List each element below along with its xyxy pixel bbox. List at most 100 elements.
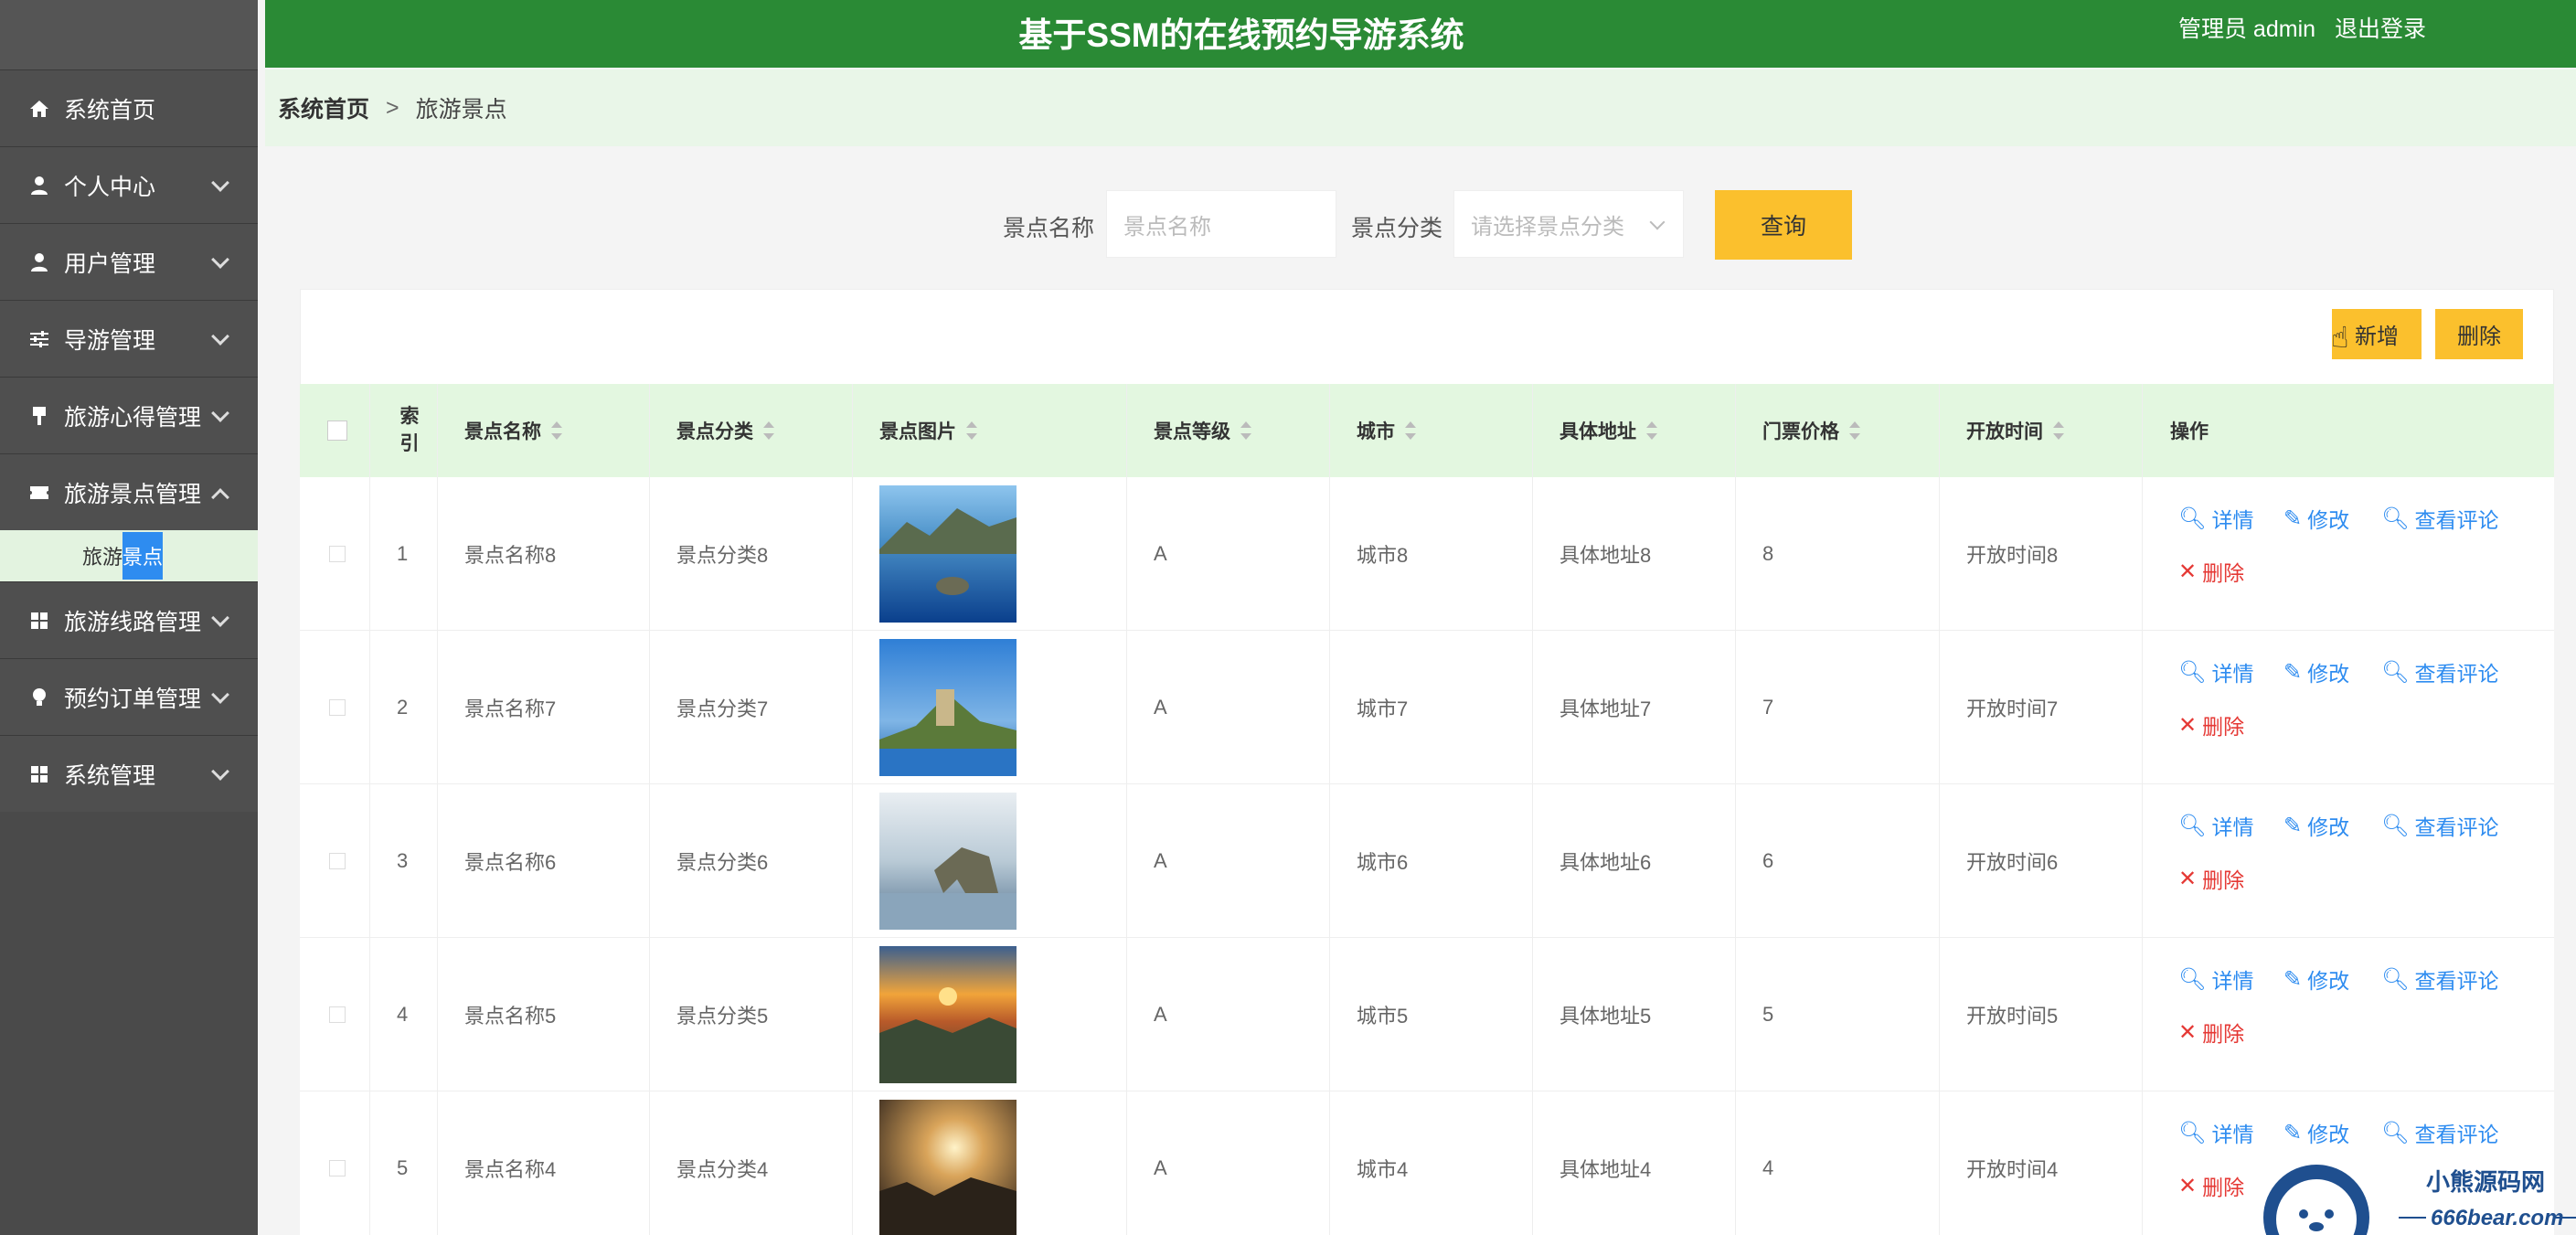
view-reviews-button[interactable]: 🔍︎ 查看评论	[2381, 810, 2498, 841]
detail-button[interactable]: 🔍︎ 详情	[2178, 810, 2253, 841]
row-level: A	[1154, 1156, 1167, 1179]
table-header: 索引 景点名称 景点分类 景点图片 景点等级 城市 具体地址 门票价格 开放时间…	[300, 384, 2554, 477]
row-price: 5	[1762, 1003, 1774, 1026]
category-select[interactable]: 请选择景点分类	[1453, 190, 1684, 258]
detail-button[interactable]: 🔍︎ 详情	[2178, 503, 2253, 534]
row-checkbox[interactable]	[329, 938, 346, 1091]
row-image[interactable]	[879, 1091, 1017, 1235]
name-search-input[interactable]: 景点名称	[1106, 190, 1336, 258]
detail-button[interactable]: 🔍︎ 详情	[2178, 656, 2253, 687]
edit-label: 修改	[2307, 969, 2350, 993]
row-city: 城市7	[1357, 697, 1409, 720]
chevron-down-icon	[211, 685, 229, 704]
sidebar-item-label: 预约订单管理	[64, 686, 202, 712]
sidebar-subitem-label-b: 景点	[122, 532, 164, 580]
view-reviews-button[interactable]: 🔍︎ 查看评论	[2381, 656, 2498, 687]
view-reviews-button[interactable]: 🔍︎ 查看评论	[2381, 964, 2498, 995]
row-time: 开放时间4	[1966, 1158, 2059, 1181]
delete-button[interactable]: ✕ 删除	[2178, 863, 2244, 894]
chevron-down-icon	[211, 761, 229, 781]
edit-button[interactable]: ✎ 修改	[2283, 810, 2349, 841]
delete-button[interactable]: ✕ 删除	[2178, 556, 2244, 587]
delete-button[interactable]: ✕ 删除	[2178, 1017, 2244, 1048]
sidebar-item-routes[interactable]: 旅游线路管理	[0, 581, 258, 658]
edit-label: 修改	[2307, 1123, 2350, 1146]
row-address: 具体地址4	[1559, 1158, 1652, 1181]
column-divider	[369, 384, 370, 1235]
sidebar-item-home[interactable]: 系统首页	[0, 69, 258, 146]
edit-button[interactable]: ✎ 修改	[2283, 1117, 2349, 1148]
detail-button[interactable]: 🔍︎ 详情	[2178, 1117, 2253, 1148]
row-price: 7	[1762, 696, 1774, 719]
delete-label: 删除	[2202, 1176, 2245, 1199]
select-all-checkbox[interactable]	[327, 384, 347, 477]
sidebar-item-experiences[interactable]: 旅游心得管理	[0, 377, 258, 453]
row-category: 景点分类4	[676, 1158, 769, 1181]
sidebar-item-orders[interactable]: 预约订单管理	[0, 658, 258, 735]
edit-label: 修改	[2307, 662, 2350, 686]
view-reviews-label: 查看评论	[2414, 508, 2499, 532]
column-header-address[interactable]: 具体地址	[1559, 384, 1657, 477]
row-checkbox[interactable]	[329, 784, 346, 938]
delete-button[interactable]: ✕ 删除	[2178, 1170, 2244, 1201]
sidebar: 系统首页 个人中心 用户管理 导游管理 旅游心得管理 旅游景点管理 旅游 景点 旅…	[0, 0, 258, 1235]
logout-link[interactable]: 退出登录	[2335, 16, 2426, 42]
search-icon: 🔍︎	[2178, 966, 2207, 992]
edit-button[interactable]: ✎ 修改	[2283, 503, 2349, 534]
pencil-icon: ✎	[2283, 659, 2303, 685]
search-icon: 🔍︎	[2381, 966, 2410, 992]
edit-button[interactable]: ✎ 修改	[2283, 656, 2349, 687]
delete-button[interactable]: ✕ 删除	[2178, 709, 2244, 740]
column-divider	[1939, 384, 1940, 1235]
row-checkbox[interactable]	[329, 1091, 346, 1235]
row-price: 8	[1762, 542, 1774, 565]
row-time: 开放时间8	[1966, 544, 2059, 567]
row-category: 景点分类6	[676, 851, 769, 874]
view-reviews-button[interactable]: 🔍︎ 查看评论	[2381, 1117, 2498, 1148]
column-header-price[interactable]: 门票价格	[1762, 384, 1860, 477]
breadcrumb-home[interactable]: 系统首页	[278, 91, 369, 124]
row-level: A	[1154, 1003, 1167, 1026]
column-divider	[649, 384, 650, 1235]
detail-button[interactable]: 🔍︎ 详情	[2178, 964, 2253, 995]
column-header-name[interactable]: 景点名称	[464, 384, 562, 477]
sidebar-subitem-attractions[interactable]: 旅游 景点	[0, 530, 258, 581]
row-name: 景点名称5	[464, 1005, 557, 1027]
sidebar-item-label: 旅游景点管理	[64, 481, 202, 507]
sort-icon	[550, 421, 562, 440]
column-header-level[interactable]: 景点等级	[1154, 384, 1251, 477]
search-icon: 🔍︎	[2178, 659, 2207, 685]
column-header-city[interactable]: 城市	[1357, 384, 1416, 477]
row-actions: 🔍︎ 详情 ✎ 修改 🔍︎ 查看评论 ✕ 删除	[2178, 631, 2562, 784]
query-button[interactable]: 查询	[1715, 190, 1852, 260]
view-reviews-button[interactable]: 🔍︎ 查看评论	[2381, 503, 2498, 534]
view-reviews-label: 查看评论	[2414, 969, 2499, 993]
column-header-time[interactable]: 开放时间	[1966, 384, 2064, 477]
row-actions: 🔍︎ 详情 ✎ 修改 🔍︎ 查看评论 ✕ 删除	[2178, 477, 2562, 631]
chevron-down-icon	[1649, 214, 1666, 230]
sort-icon	[1848, 421, 1860, 440]
column-header-category[interactable]: 景点分类	[676, 384, 774, 477]
name-search-placeholder: 景点名称	[1123, 214, 1211, 240]
sidebar-subitem-label-a: 旅游	[82, 546, 123, 569]
column-header-level-label: 景点等级	[1154, 421, 1230, 442]
row-image[interactable]	[879, 631, 1017, 784]
column-header-image[interactable]: 景点图片	[879, 384, 977, 477]
sidebar-item-attractions[interactable]: 旅游景点管理	[0, 453, 258, 530]
sidebar-top	[0, 0, 258, 69]
sidebar-item-system[interactable]: 系统管理	[0, 735, 258, 812]
row-image[interactable]	[879, 477, 1017, 631]
search-icon: 🔍︎	[2178, 506, 2207, 531]
batch-delete-button[interactable]: 删除	[2435, 309, 2523, 359]
sidebar-item-guides[interactable]: 导游管理	[0, 300, 258, 377]
row-address: 具体地址5	[1559, 1005, 1652, 1027]
sort-icon	[965, 421, 977, 440]
row-image[interactable]	[879, 938, 1017, 1091]
sidebar-item-label: 系统管理	[64, 762, 156, 789]
sort-icon	[762, 421, 774, 440]
row-checkbox[interactable]	[329, 477, 346, 631]
row-level: A	[1154, 696, 1167, 719]
row-image[interactable]	[879, 784, 1017, 938]
row-checkbox[interactable]	[329, 631, 346, 784]
edit-button[interactable]: ✎ 修改	[2283, 964, 2349, 995]
